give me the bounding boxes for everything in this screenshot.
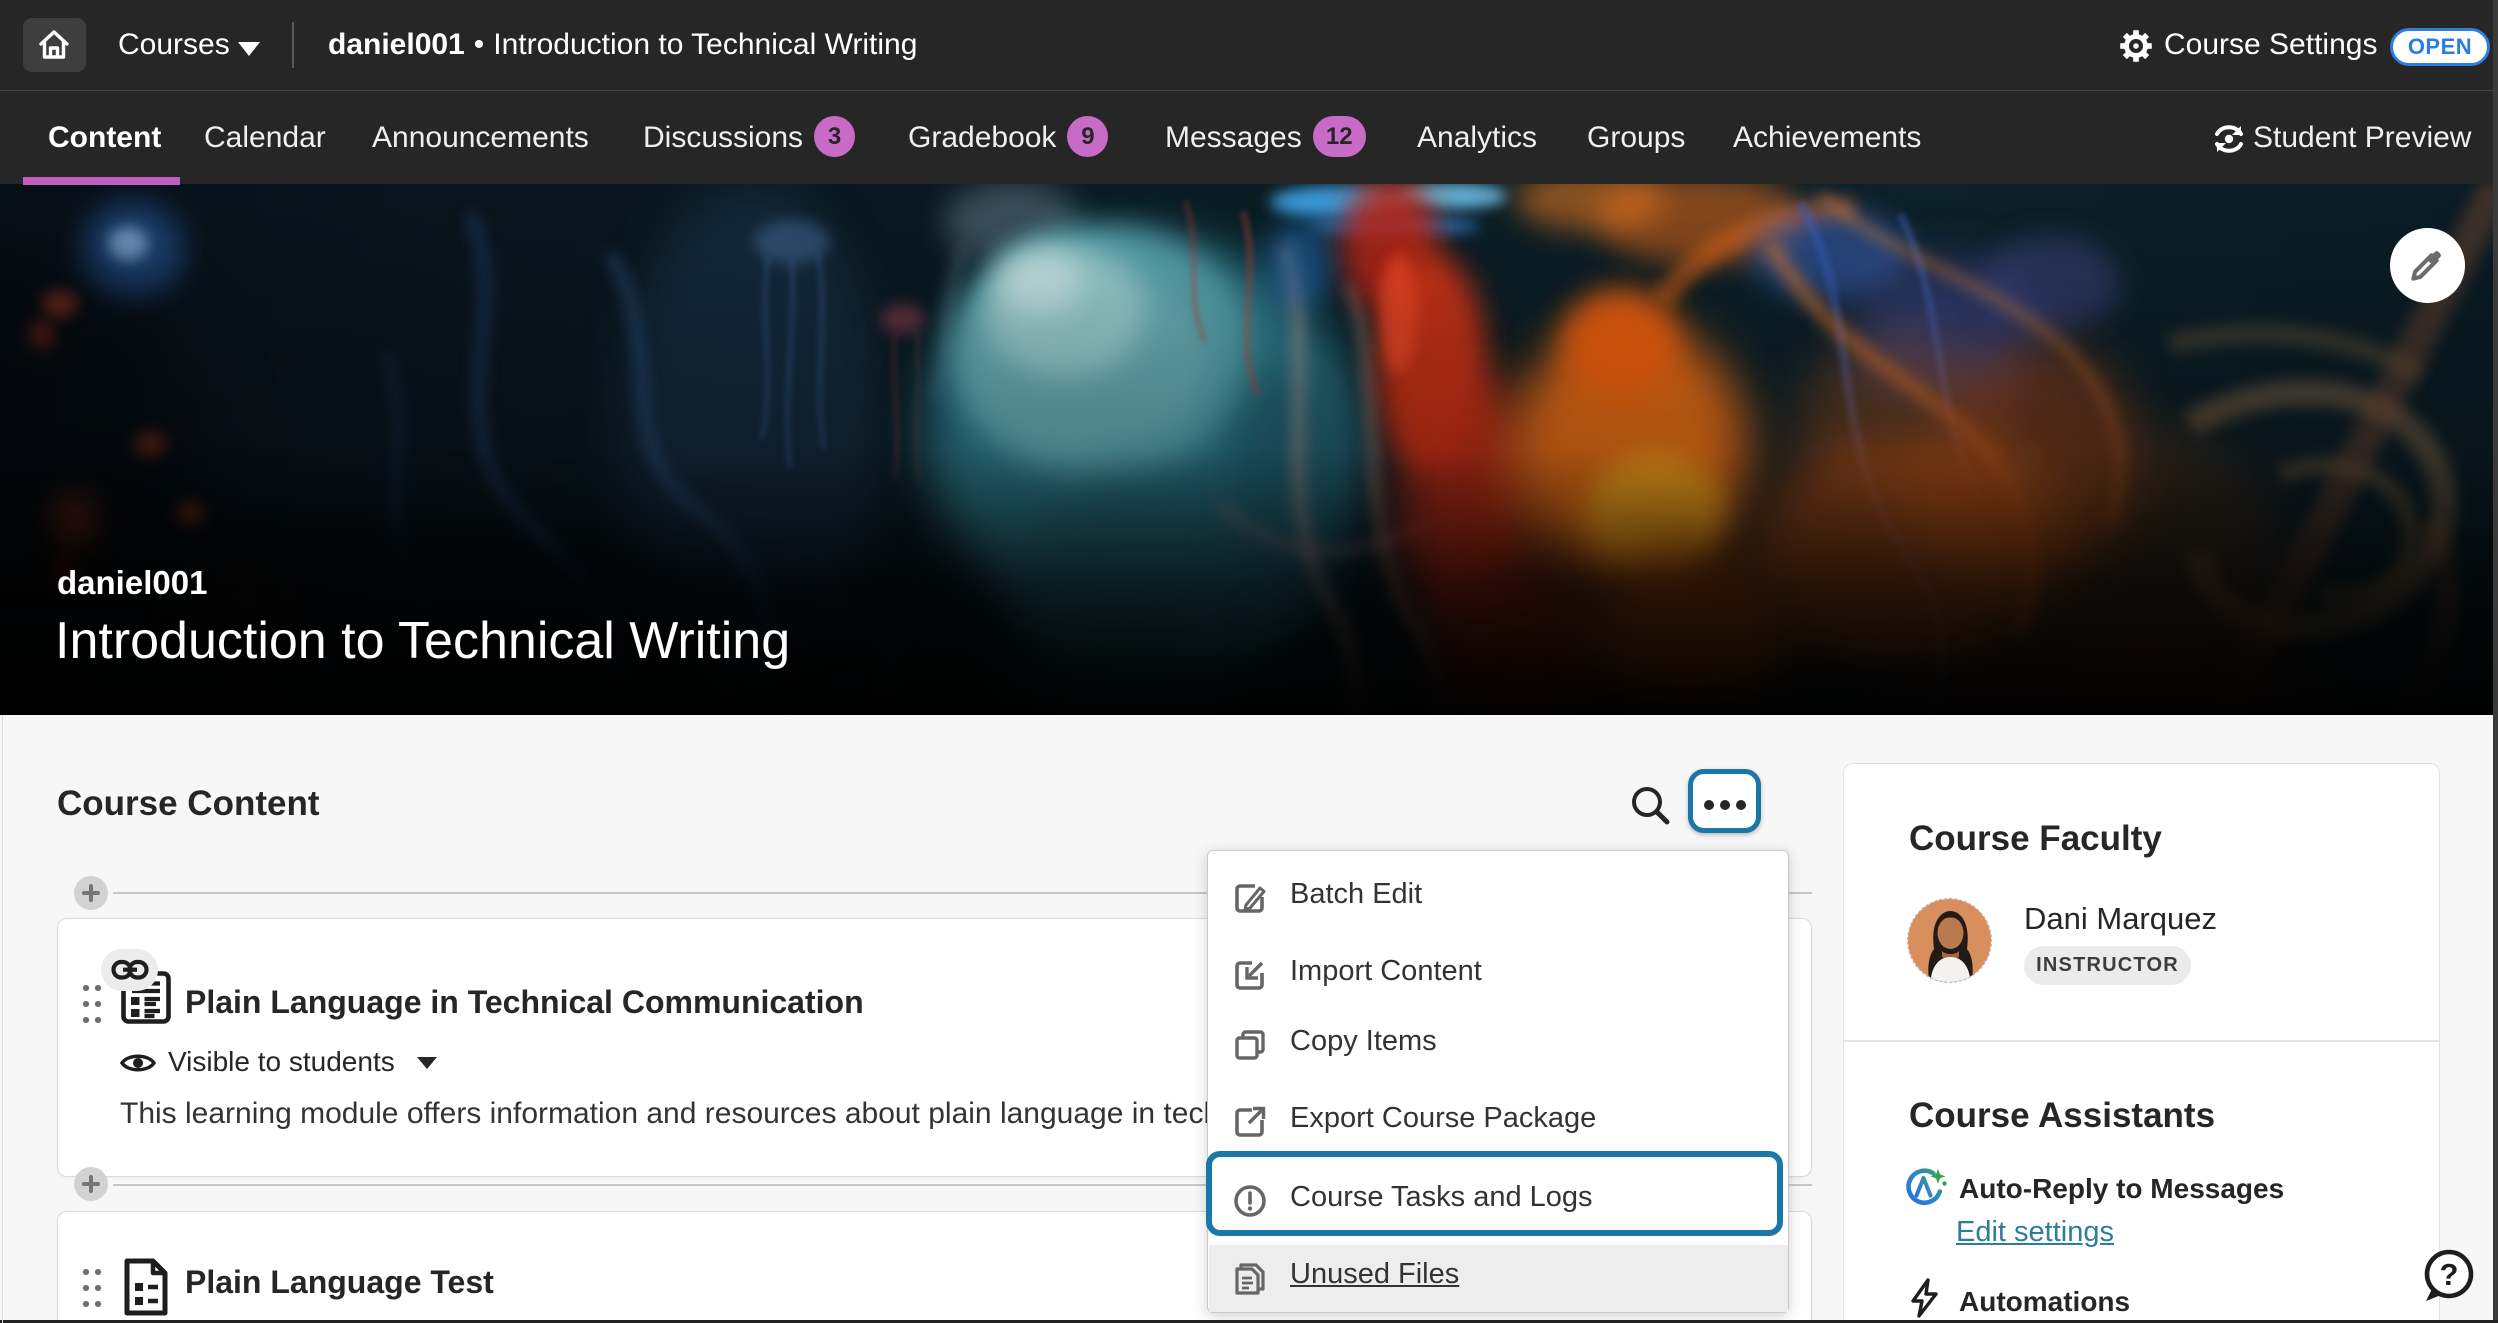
svg-text:?: ? xyxy=(2440,1257,2459,1292)
